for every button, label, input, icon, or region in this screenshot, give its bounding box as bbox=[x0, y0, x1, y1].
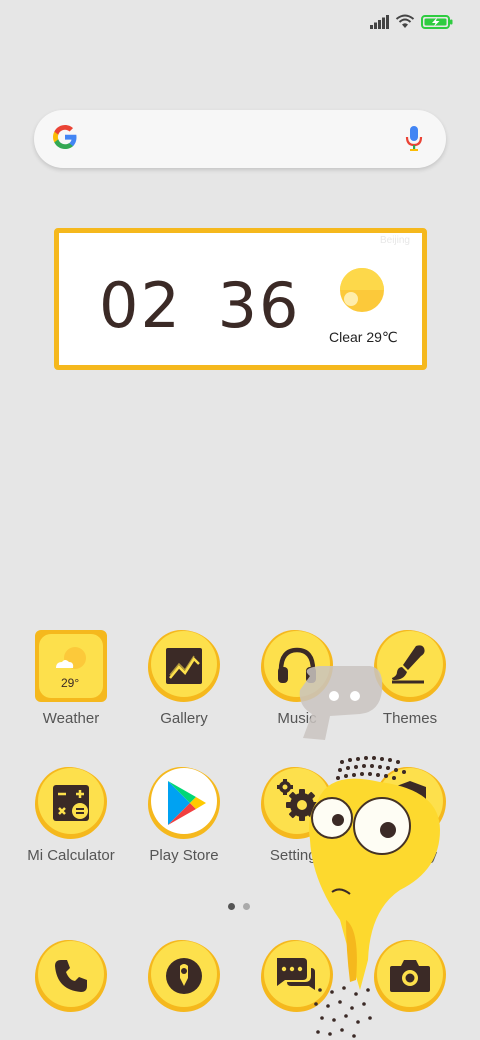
phone-icon bbox=[55, 960, 87, 992]
camera-icon bbox=[390, 960, 430, 992]
app-label: Music bbox=[277, 710, 317, 727]
headphones-icon bbox=[278, 647, 316, 683]
dock-camera[interactable] bbox=[355, 940, 465, 1012]
app-gallery[interactable]: Gallery bbox=[129, 630, 239, 727]
signal-icon bbox=[370, 15, 389, 29]
browser-icon bbox=[166, 958, 202, 994]
weather-badge: 29° bbox=[61, 676, 80, 690]
dock-phone[interactable] bbox=[16, 940, 126, 1012]
app-play-store[interactable]: Play Store bbox=[129, 767, 239, 864]
city-label: Beijing bbox=[379, 235, 410, 246]
wifi-icon bbox=[395, 14, 415, 28]
app-label: Weather bbox=[42, 710, 100, 727]
app-music[interactable]: Music bbox=[242, 630, 352, 727]
app-label: Mi Calculator bbox=[27, 847, 115, 864]
dock-browser[interactable] bbox=[129, 940, 239, 1012]
app-label: Gallery bbox=[160, 710, 208, 727]
gear-icon bbox=[277, 779, 318, 821]
shield-icon bbox=[394, 781, 426, 821]
search-bar[interactable] bbox=[34, 110, 446, 168]
app-label: Security bbox=[382, 847, 438, 864]
page-dot bbox=[243, 903, 250, 910]
app-themes[interactable]: Themes bbox=[355, 630, 465, 727]
brush-icon bbox=[392, 645, 425, 684]
sun-icon bbox=[340, 268, 384, 312]
app-label: Settings bbox=[269, 847, 325, 864]
app-mi-calculator[interactable]: Mi Calculator bbox=[16, 767, 126, 864]
google-icon bbox=[53, 125, 77, 149]
messages-icon bbox=[277, 958, 315, 990]
weather-summary: Clear 29℃ bbox=[329, 329, 398, 345]
page-indicator[interactable] bbox=[228, 897, 258, 915]
clock-weather-widget[interactable]: Beijing 02 36 Clear 29℃ bbox=[54, 228, 427, 370]
app-label: Play Store bbox=[149, 847, 219, 864]
dock-messages[interactable] bbox=[242, 940, 352, 1012]
mic-icon[interactable] bbox=[404, 124, 424, 154]
status-bar bbox=[0, 0, 480, 42]
clock-time: 02 36 bbox=[99, 269, 301, 342]
app-settings[interactable]: Settings bbox=[242, 767, 352, 864]
gallery-icon bbox=[166, 648, 202, 684]
app-label: Themes bbox=[382, 710, 438, 727]
calculator-icon bbox=[53, 785, 89, 821]
app-security[interactable]: Security bbox=[355, 767, 465, 864]
app-weather[interactable]: 29° Weather bbox=[16, 630, 126, 727]
play-store-icon bbox=[168, 781, 206, 825]
page-dot-active bbox=[228, 903, 235, 910]
battery-charging-icon bbox=[421, 15, 453, 29]
